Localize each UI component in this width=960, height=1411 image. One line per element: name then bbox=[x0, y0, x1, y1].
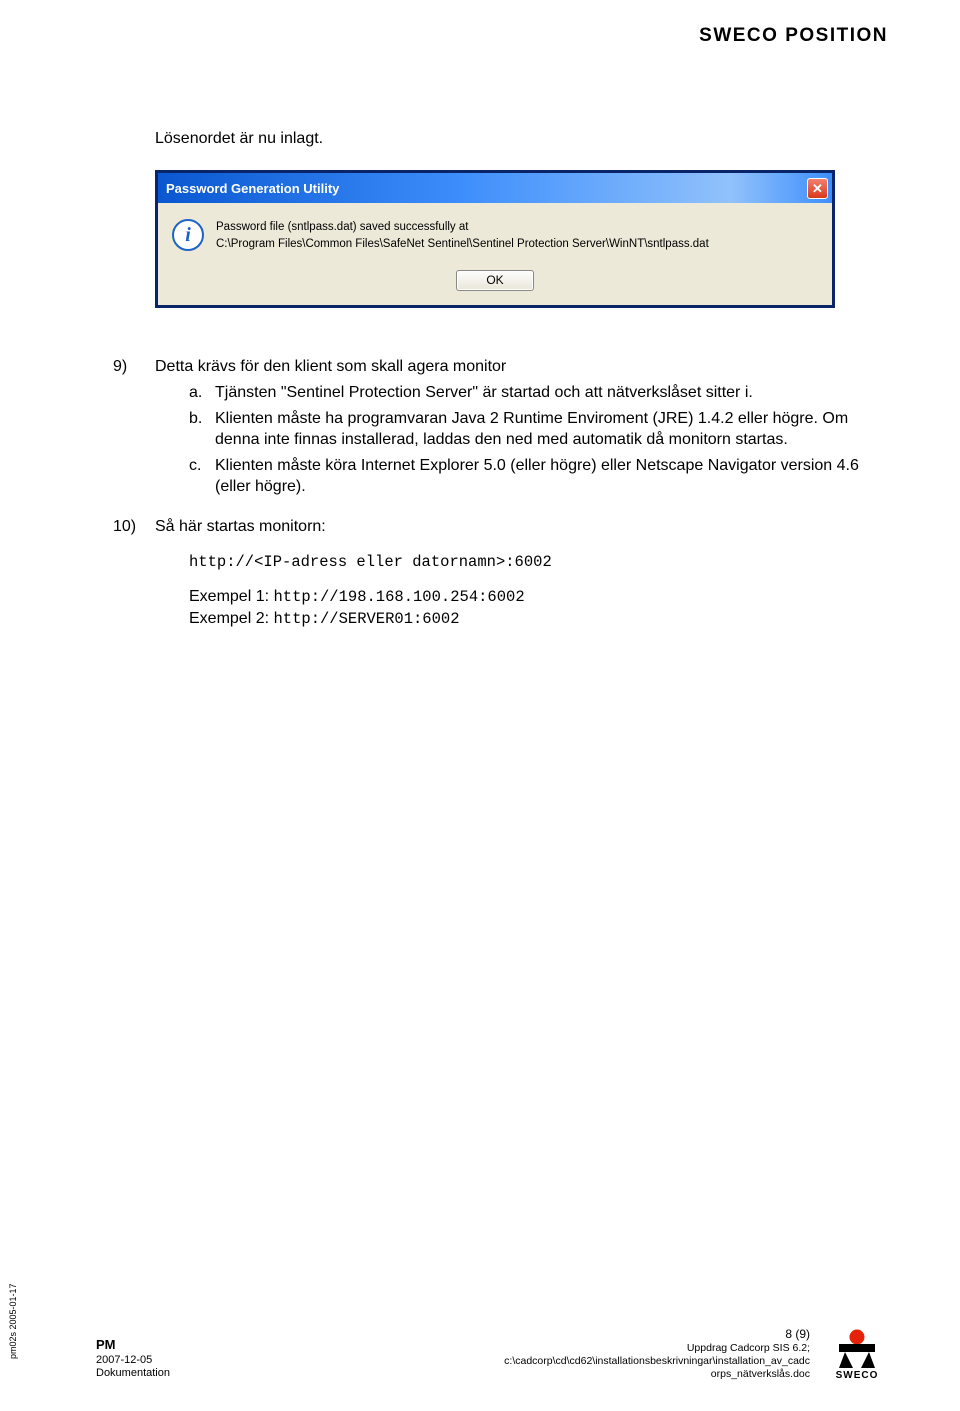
list-number: 10) bbox=[113, 516, 155, 538]
subitem-mark: c. bbox=[189, 455, 215, 498]
example-2-value: http://SERVER01:6002 bbox=[273, 610, 459, 628]
footer-dokumentation: Dokumentation bbox=[96, 1367, 170, 1381]
example-1-line: Exempel 1: http://198.168.100.254:6002 bbox=[189, 586, 875, 608]
footer-page-number: 8 (9) bbox=[504, 1327, 810, 1342]
subitem-b: b. Klienten måste ha programvaran Java 2… bbox=[189, 408, 875, 451]
http-template-line: http://<IP-adress eller datornamn>:6002 bbox=[189, 552, 875, 573]
footer-left: PM 2007-12-05 Dokumentation bbox=[96, 1337, 170, 1381]
info-icon bbox=[172, 219, 204, 251]
footer-uppdrag: Uppdrag Cadcorp SIS 6.2; bbox=[504, 1342, 810, 1355]
example-1-value: http://198.168.100.254:6002 bbox=[273, 588, 524, 606]
ok-button[interactable]: OK bbox=[456, 270, 534, 291]
dialog-message-line1: Password file (sntlpass.dat) saved succe… bbox=[216, 219, 820, 236]
list-number: 9) bbox=[113, 356, 155, 498]
example-2-label: Exempel 2: bbox=[189, 610, 273, 627]
sweco-logo-icon bbox=[835, 1328, 879, 1368]
subitem-c: c. Klienten måste köra Internet Explorer… bbox=[189, 455, 875, 498]
brand-header: SWECO POSITION bbox=[699, 25, 888, 47]
list-item-10-text: Så här startas monitorn: bbox=[155, 516, 875, 538]
footer-date: 2007-12-05 bbox=[96, 1354, 170, 1368]
list-item-9: 9) Detta krävs för den klient som skall … bbox=[113, 356, 875, 498]
dialog-button-row: OK bbox=[158, 266, 832, 305]
dialog-titlebar: Password Generation Utility ✕ bbox=[158, 173, 832, 203]
subitem-a-text: Tjänsten "Sentinel Protection Server" är… bbox=[215, 382, 875, 404]
intro-paragraph: Lösenordet är nu inlagt. bbox=[155, 130, 875, 148]
dialog-window: Password Generation Utility ✕ Password f… bbox=[155, 170, 835, 308]
page-footer: PM 2007-12-05 Dokumentation 8 (9) Uppdra… bbox=[96, 1327, 888, 1381]
sweco-logo: SWECO bbox=[826, 1328, 888, 1381]
subitem-mark: a. bbox=[189, 382, 215, 404]
info-icon-wrap bbox=[172, 219, 216, 252]
footer-pm: PM bbox=[96, 1337, 170, 1353]
page-content: Lösenordet är nu inlagt. Password Genera… bbox=[155, 130, 875, 630]
dialog-message: Password file (sntlpass.dat) saved succe… bbox=[216, 219, 820, 252]
subitem-c-text: Klienten måste köra Internet Explorer 5.… bbox=[215, 455, 875, 498]
subitem-a: a. Tjänsten "Sentinel Protection Server"… bbox=[189, 382, 875, 404]
example-1-label: Exempel 1: bbox=[189, 588, 273, 605]
list-item-9-text: Detta krävs för den klient som skall age… bbox=[155, 356, 875, 378]
dialog-body: Password file (sntlpass.dat) saved succe… bbox=[158, 203, 832, 266]
side-revision-code: pm02s 2005-01-17 bbox=[8, 1283, 18, 1359]
footer-path2: orps_nätverkslås.doc bbox=[504, 1368, 810, 1381]
close-icon[interactable]: ✕ bbox=[807, 178, 828, 199]
dialog-message-line2: C:\Program Files\Common Files\SafeNet Se… bbox=[216, 236, 820, 253]
dialog-title: Password Generation Utility bbox=[166, 181, 339, 196]
example-2-line: Exempel 2: http://SERVER01:6002 bbox=[189, 608, 875, 630]
numbered-list: 9) Detta krävs för den klient som skall … bbox=[155, 356, 875, 630]
subitem-b-text: Klienten måste ha programvaran Java 2 Ru… bbox=[215, 408, 875, 451]
sweco-logo-text: SWECO bbox=[826, 1370, 888, 1381]
list-item-10: 10) Så här startas monitorn: bbox=[113, 516, 875, 538]
footer-path1: c:\cadcorp\cd\cd62\installationsbeskrivn… bbox=[504, 1355, 810, 1368]
subitem-mark: b. bbox=[189, 408, 215, 451]
